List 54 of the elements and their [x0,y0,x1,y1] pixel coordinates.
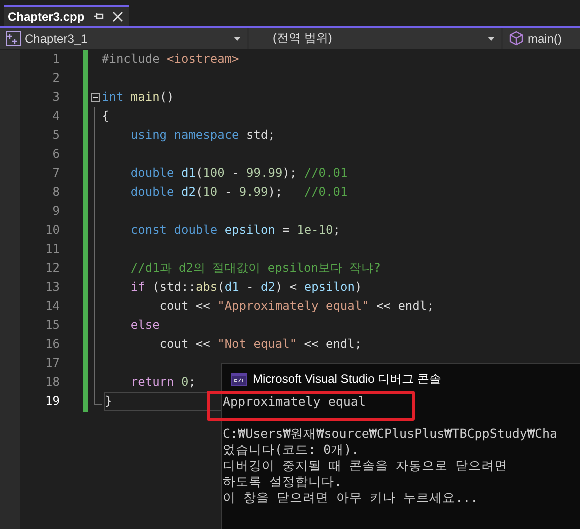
line-number: 19 [44,393,61,410]
code-line: cout << "Approximately equal" << endl; [158,298,434,315]
line-number: 12 [44,260,61,277]
line-number: 16 [44,336,61,353]
console-line: 었습니다(코드: 0개). [223,442,360,458]
line-number: 14 [44,298,61,315]
project-dropdown[interactable]: Chapter3_1 [0,28,247,49]
collapse-icon[interactable] [90,93,100,102]
line-number: 6 [52,146,61,163]
code-line: using namespace std; [130,127,276,144]
line-number: 4 [52,108,61,125]
line-number: 2 [52,70,61,87]
console-title: Microsoft Visual Studio 디버그 콘솔 [253,370,442,388]
console-line: Approximately equal [223,394,366,410]
cube-icon [509,31,524,46]
project-icon [6,31,21,46]
member-dropdown[interactable]: main() [503,28,580,49]
dropdown-value: main() [528,32,562,46]
code-line: #include <iostream> [102,51,240,68]
line-number: 1 [52,51,61,68]
pin-icon[interactable] [94,12,104,21]
code-line: return 0; [130,374,196,391]
scope-dropdown[interactable]: (전역 범위) [249,28,501,49]
code-line: else [130,317,160,334]
line-number: 17 [44,355,61,372]
line-number: 3 [52,89,61,106]
dropdown-value: (전역 범위) [273,30,332,47]
caret-icon [488,36,495,40]
line-number: 5 [52,127,61,144]
caret-icon [234,36,241,40]
console-line: C:₩Users₩원재₩source₩CPlusPlus₩TBCppStudy₩Cha [223,426,558,442]
code-line: int main() [102,89,174,106]
code-line: double d1(100 - 99.99); //0.01 [130,165,348,182]
line-number: 7 [52,165,61,182]
line-number: 15 [44,317,61,334]
line-number: 18 [44,374,61,391]
line-number: 9 [52,203,61,220]
code-line: const double epsilon = 1e-10; [130,222,340,239]
code-line: double d2(10 - 9.99); //0.01 [130,184,348,201]
console-line: 디버깅이 중지될 때 콘솔을 자동으로 닫으려면 [223,458,508,474]
file-tab[interactable]: Chapter3.cpp [4,5,129,26]
code-line: if (std::abs(d1 - d2) < epsilon) [130,279,362,296]
code-line: cout << "Not equal" << endl; [158,336,362,353]
code-line: { [102,108,110,125]
line-number: 13 [44,279,61,296]
console-icon [231,372,247,386]
line-number: 8 [52,184,61,201]
console-line: 하도록 설정합니다. [223,474,342,490]
line-number: 10 [44,222,61,239]
console-line: 이 창을 닫으려면 아무 키나 누르세요... [223,490,478,506]
close-icon[interactable] [112,12,123,22]
line-number: 11 [44,241,61,258]
code-line: //d1과 d2의 절대값이 epsilon보다 작냐? [130,260,381,277]
dropdown-value: Chapter3_1 [25,32,88,46]
